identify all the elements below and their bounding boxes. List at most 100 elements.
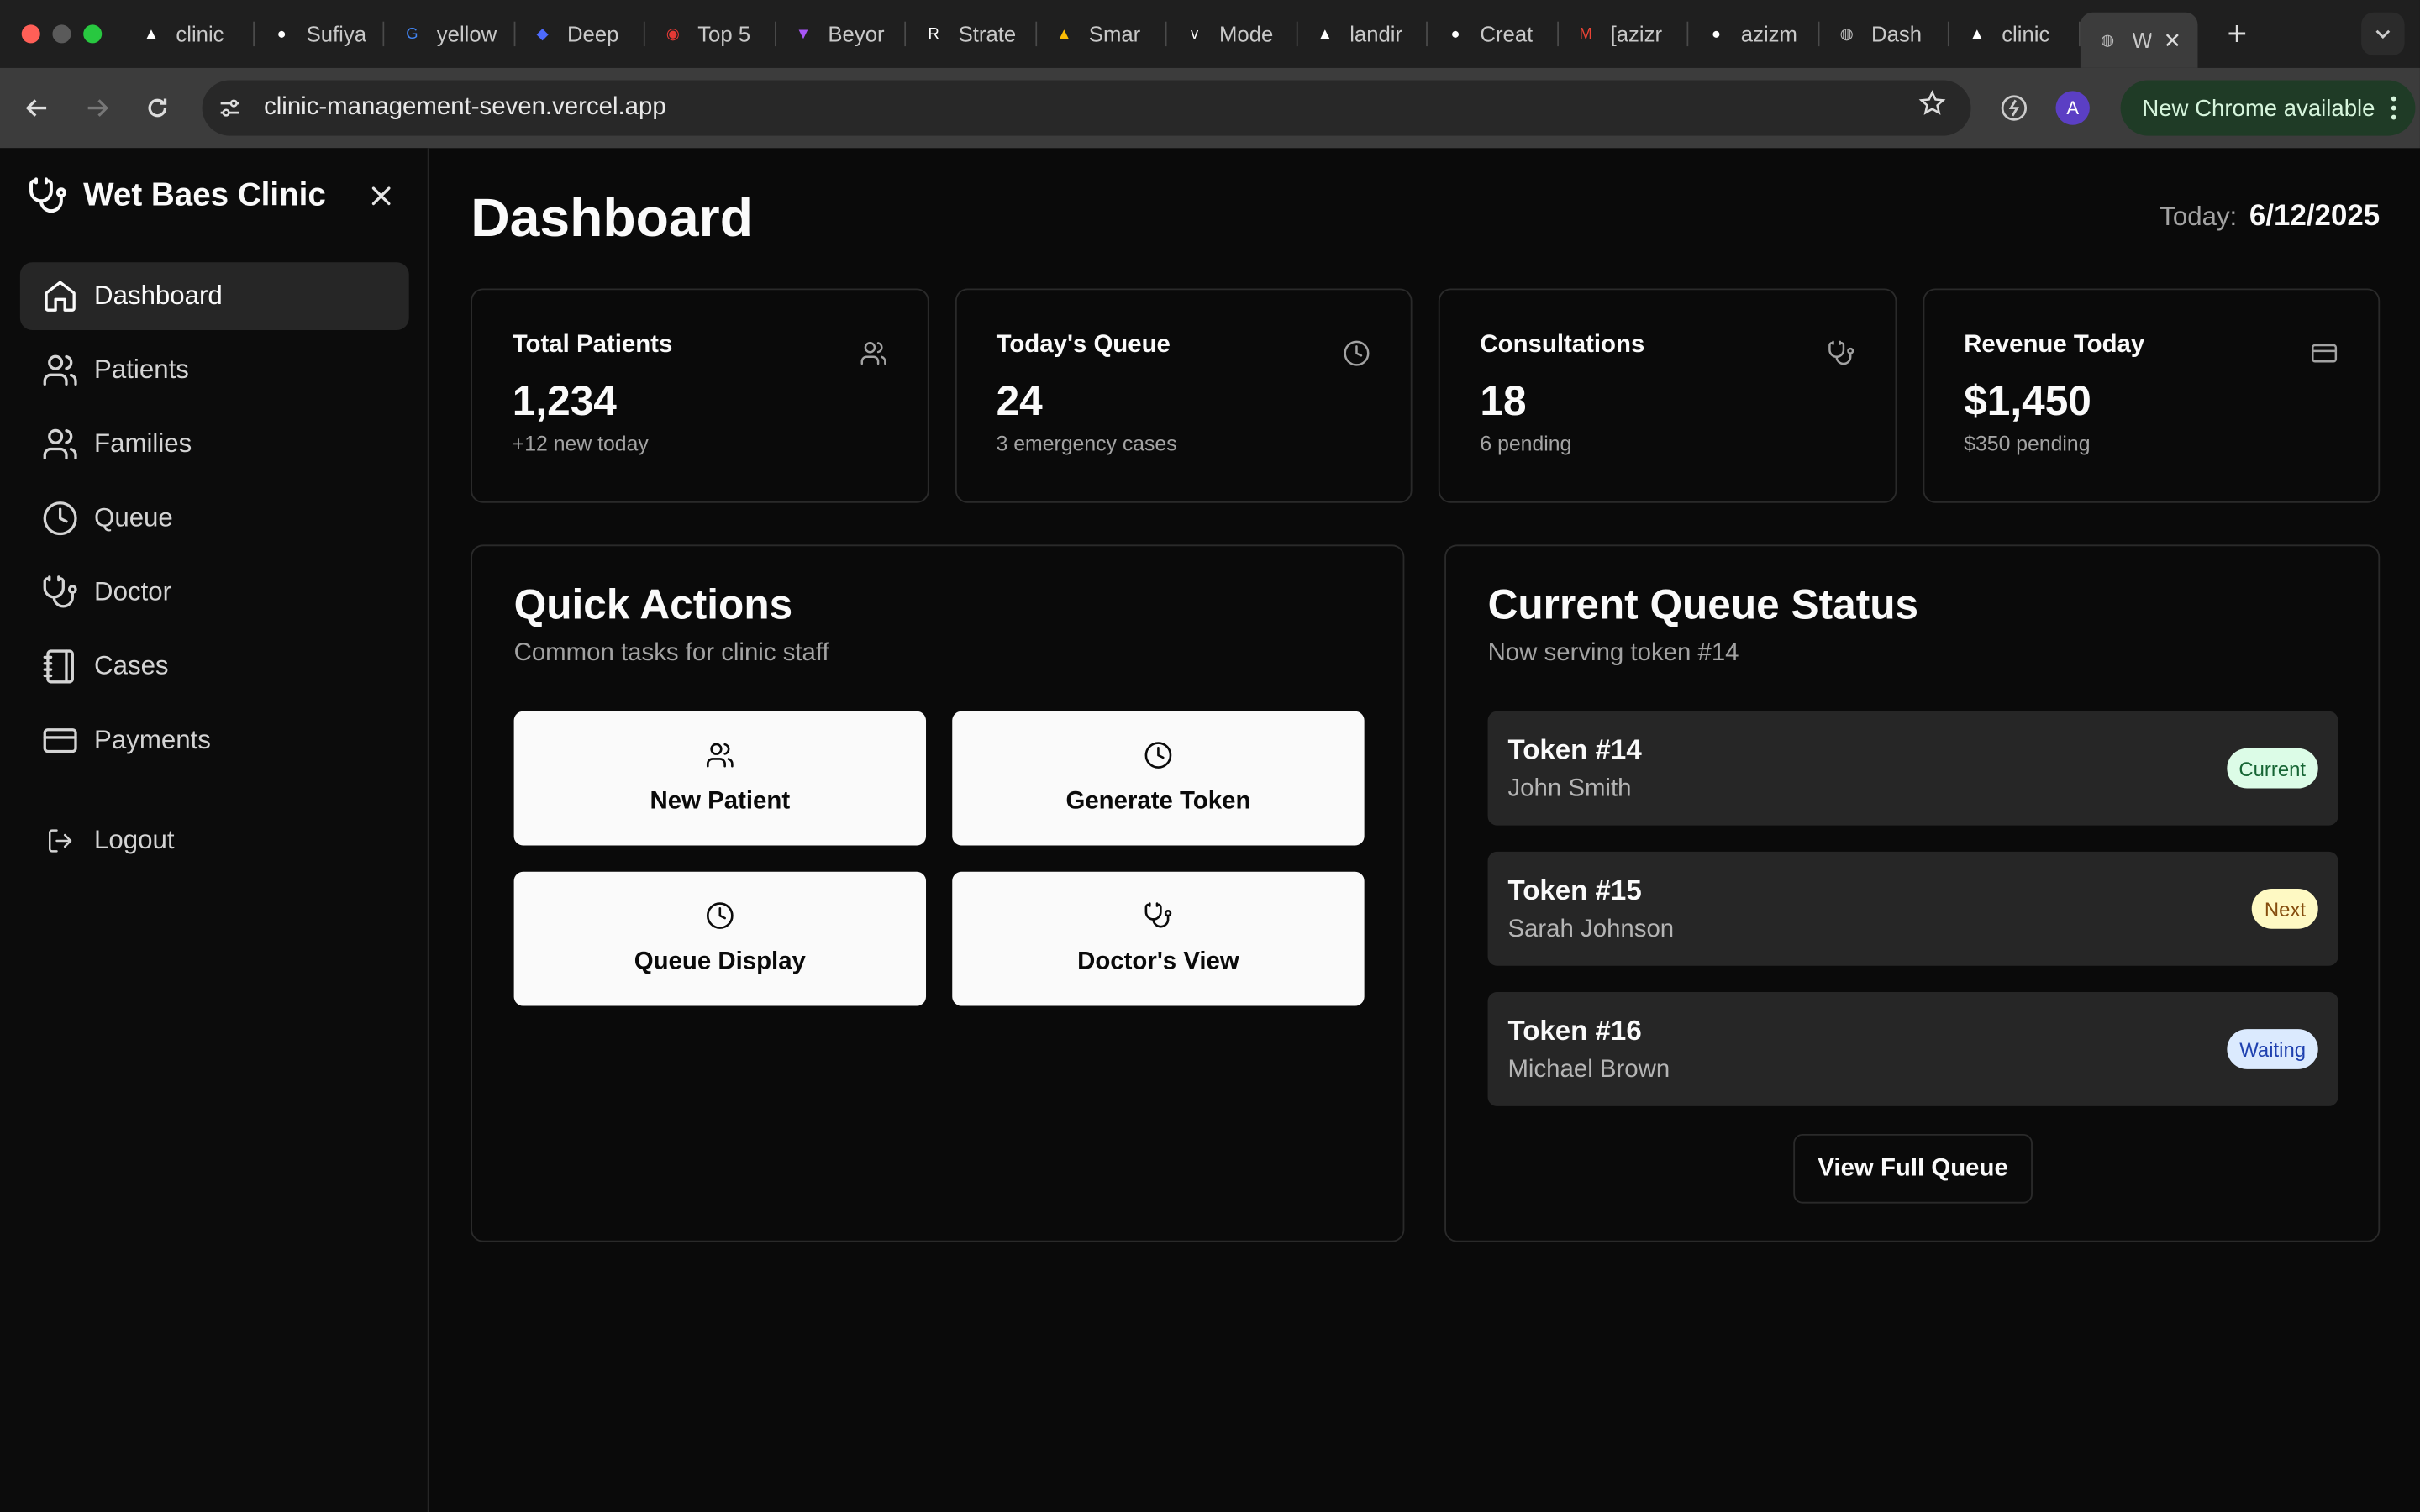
github-icon: ● bbox=[1711, 25, 1721, 43]
url-text: clinic-management-seven.vercel.app bbox=[264, 94, 666, 121]
address-bar[interactable]: clinic-management-seven.vercel.app bbox=[202, 80, 1971, 136]
queue-row[interactable]: Token #14 John Smith Current bbox=[1487, 711, 2338, 826]
stat-subtext: 3 emergency cases bbox=[996, 432, 1177, 455]
view-full-queue-button[interactable]: View Full Queue bbox=[1793, 1133, 2033, 1204]
button-label: Queue Display bbox=[634, 948, 806, 975]
queue-row[interactable]: Token #16 Michael Brown Waiting bbox=[1487, 991, 2338, 1106]
sidebar-item-cases[interactable]: Cases bbox=[20, 633, 409, 701]
browser-tab[interactable]: ● Sufiya bbox=[254, 9, 384, 59]
sidebar-item-label: Cases bbox=[94, 651, 169, 680]
close-tab-icon[interactable]: ✕ bbox=[2164, 27, 2182, 53]
logout-button[interactable]: Logout bbox=[20, 807, 409, 875]
more-vert-icon bbox=[2391, 96, 2396, 120]
tab-title: Dash bbox=[1870, 21, 1923, 47]
sidebar-item-patients[interactable]: Patients bbox=[20, 336, 409, 404]
vite-icon: ▼ bbox=[795, 25, 812, 43]
minimize-window-button[interactable] bbox=[52, 24, 71, 44]
page-title: Dashboard bbox=[471, 188, 753, 249]
tab-title: yellow bbox=[436, 21, 497, 47]
quick-actions-grid: New Patient Generate Token Queue Display… bbox=[513, 711, 1365, 1006]
button-label: New Patient bbox=[650, 788, 791, 815]
sidebar-item-payments[interactable]: Payments bbox=[20, 706, 409, 774]
sidebar-item-label: Dashboard bbox=[94, 281, 223, 311]
users-icon bbox=[860, 341, 886, 365]
browser-tab[interactable]: v Mode bbox=[1167, 9, 1297, 59]
stat-card-total-patients: Total Patients 1,234 +12 new today bbox=[471, 288, 929, 503]
update-label: New Chrome available bbox=[2142, 94, 2375, 122]
stethoscope-icon bbox=[29, 177, 66, 213]
panel-title: Quick Actions bbox=[513, 581, 793, 628]
sidebar-item-queue[interactable]: Queue bbox=[20, 485, 409, 553]
browser-tab[interactable]: ▲ Smar bbox=[1036, 9, 1166, 59]
stethoscope-icon bbox=[1144, 902, 1172, 928]
tab-title: Top 5 bbox=[697, 21, 751, 47]
globe-icon: ◍ bbox=[1839, 25, 1854, 43]
browser-tab[interactable]: ◉ Top 5 bbox=[645, 9, 776, 59]
reload-icon bbox=[148, 98, 167, 118]
tab-title: Smar bbox=[1088, 21, 1141, 47]
browser-tab[interactable]: ▼ Beyor bbox=[776, 9, 906, 59]
sidebar-item-dashboard[interactable]: Dashboard bbox=[19, 262, 409, 331]
tab-title: Sufiya bbox=[306, 21, 367, 47]
today-value: 6/12/2025 bbox=[2249, 200, 2381, 234]
browser-tab[interactable]: ● azizm bbox=[1688, 9, 1818, 59]
reload-button[interactable] bbox=[136, 87, 179, 129]
back-button[interactable] bbox=[15, 87, 58, 129]
chrome-update-button[interactable]: New Chrome available bbox=[2120, 80, 2416, 136]
sidebar-item-label: Families bbox=[94, 428, 192, 459]
logout-icon bbox=[48, 829, 72, 853]
users-icon bbox=[43, 428, 77, 460]
token-number: Token #15 bbox=[1507, 874, 1642, 906]
browser-tab[interactable]: ● Creat bbox=[1428, 9, 1558, 59]
today-date: Today: 6/12/2025 bbox=[2160, 201, 2380, 234]
browser-tab[interactable]: R Strate bbox=[906, 9, 1036, 59]
status-badge: Next bbox=[2252, 888, 2318, 929]
r-icon: R bbox=[928, 25, 939, 43]
tab-title: Strate bbox=[958, 21, 1017, 47]
close-window-button[interactable] bbox=[21, 24, 40, 44]
tab-search-button[interactable] bbox=[2361, 12, 2405, 56]
stat-value: 24 bbox=[996, 377, 1043, 425]
profile-avatar[interactable]: A bbox=[2055, 91, 2090, 125]
credit-card-icon bbox=[2312, 344, 2338, 363]
queue-row[interactable]: Token #15 Sarah Johnson Next bbox=[1487, 851, 2338, 966]
vercel-icon: ▲ bbox=[1317, 25, 1333, 43]
stat-subtext: $350 pending bbox=[1964, 432, 2091, 455]
browser-tab[interactable]: ▲ landir bbox=[1297, 9, 1428, 59]
browser-tab[interactable]: ▲ clinic bbox=[1949, 9, 2080, 59]
browser-toolbar: clinic-management-seven.vercel.app A New… bbox=[0, 67, 2420, 149]
new-tab-button[interactable]: + bbox=[2218, 14, 2255, 55]
sidebar-item-families[interactable]: Families bbox=[20, 411, 409, 479]
browser-tab[interactable]: ◆ Deep bbox=[515, 9, 645, 59]
tab-strip: ▲ clinic ● Sufiya Gyellow ◆ Deep ◉ Top 5 ▼ Beyor R S… bbox=[124, 0, 2197, 68]
forward-button[interactable] bbox=[76, 87, 118, 129]
tab-title: [azizr bbox=[1610, 21, 1663, 47]
browser-tab[interactable]: ◍ W ✕ bbox=[2079, 12, 2197, 68]
generate-token-button[interactable]: Generate Token bbox=[952, 711, 1365, 846]
browser-tab[interactable]: ▲ clinic bbox=[124, 9, 254, 59]
browser-tab[interactable]: M [azizr bbox=[1558, 9, 1688, 59]
sidebar-item-label: Payments bbox=[94, 725, 211, 755]
panel-title: Current Queue Status bbox=[1487, 581, 1919, 628]
queue-display-button[interactable]: Queue Display bbox=[513, 871, 927, 1006]
today-label: Today: bbox=[2160, 202, 2238, 232]
doctors-view-button[interactable]: Doctor's View bbox=[952, 871, 1365, 1006]
bookmark-star-icon[interactable] bbox=[1918, 90, 1946, 125]
button-label: Generate Token bbox=[1065, 788, 1251, 815]
globe-icon: ◍ bbox=[2100, 31, 2115, 49]
stat-subtext: +12 new today bbox=[512, 432, 649, 455]
token-number: Token #14 bbox=[1507, 734, 1642, 766]
tab-title: azizm bbox=[1740, 21, 1797, 47]
browser-tab[interactable]: Gyellow bbox=[384, 9, 514, 59]
sidebar-item-doctor[interactable]: Doctor bbox=[20, 559, 409, 627]
github-icon: ● bbox=[276, 25, 287, 43]
site-info-icon[interactable] bbox=[212, 90, 249, 127]
extension-icon[interactable] bbox=[1994, 88, 2034, 129]
button-label: Doctor's View bbox=[1077, 948, 1239, 975]
clock-icon bbox=[706, 902, 734, 929]
close-sidebar-button[interactable] bbox=[367, 182, 395, 210]
maximize-window-button[interactable] bbox=[83, 24, 103, 44]
arrow-right-icon bbox=[87, 99, 109, 117]
browser-tab[interactable]: ◍ Dash bbox=[1819, 9, 1949, 59]
new-patient-button[interactable]: New Patient bbox=[513, 711, 927, 846]
